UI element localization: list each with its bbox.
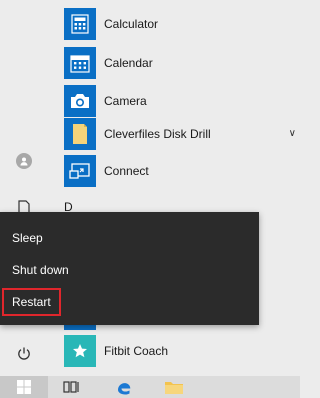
app-label: Camera bbox=[104, 94, 147, 108]
edge-icon bbox=[118, 383, 131, 395]
task-view-icon bbox=[63, 381, 79, 393]
shut-down-option[interactable]: Shut down bbox=[2, 256, 79, 284]
file-explorer-icon bbox=[165, 382, 183, 394]
start-menu: Calculator Calendar Camera Cleverfiles D… bbox=[0, 0, 300, 376]
user-avatar-icon bbox=[16, 153, 32, 169]
calendar-icon bbox=[64, 47, 96, 79]
app-label: Cleverfiles Disk Drill bbox=[104, 127, 211, 141]
app-label: Connect bbox=[104, 164, 149, 178]
start-button[interactable] bbox=[0, 376, 48, 398]
edge-button[interactable] bbox=[108, 376, 140, 398]
app-label: Calculator bbox=[104, 17, 159, 31]
app-item-connect[interactable]: Connect bbox=[64, 155, 300, 187]
restart-option[interactable]: Restart bbox=[2, 288, 61, 316]
sleep-option[interactable]: Sleep bbox=[2, 224, 53, 252]
file-explorer-button[interactable] bbox=[158, 376, 190, 398]
app-item-fitbit-coach[interactable]: Fitbit Coach bbox=[64, 335, 300, 367]
camera-icon bbox=[64, 85, 96, 117]
task-view-button[interactable] bbox=[56, 376, 88, 398]
app-label: Calendar bbox=[104, 56, 153, 70]
app-item-calendar[interactable]: Calendar bbox=[64, 47, 300, 79]
power-icon bbox=[18, 347, 30, 360]
chevron-down-icon[interactable]: ∨ bbox=[289, 118, 296, 150]
app-group-cleverfiles[interactable]: Cleverfiles Disk Drill ∨ bbox=[64, 118, 300, 150]
user-account-button[interactable] bbox=[0, 141, 48, 181]
app-item-camera[interactable]: Camera bbox=[64, 85, 300, 117]
calculator-icon bbox=[64, 8, 96, 40]
star-icon bbox=[64, 335, 96, 367]
app-item-calculator[interactable]: Calculator bbox=[64, 8, 300, 40]
folder-icon bbox=[64, 118, 96, 150]
power-options-menu: Sleep Shut down Restart bbox=[0, 212, 259, 325]
power-button[interactable] bbox=[0, 334, 48, 374]
windows-start-icon bbox=[17, 380, 31, 394]
app-label: Fitbit Coach bbox=[104, 344, 169, 358]
connect-icon bbox=[64, 155, 96, 187]
taskbar bbox=[0, 376, 300, 398]
